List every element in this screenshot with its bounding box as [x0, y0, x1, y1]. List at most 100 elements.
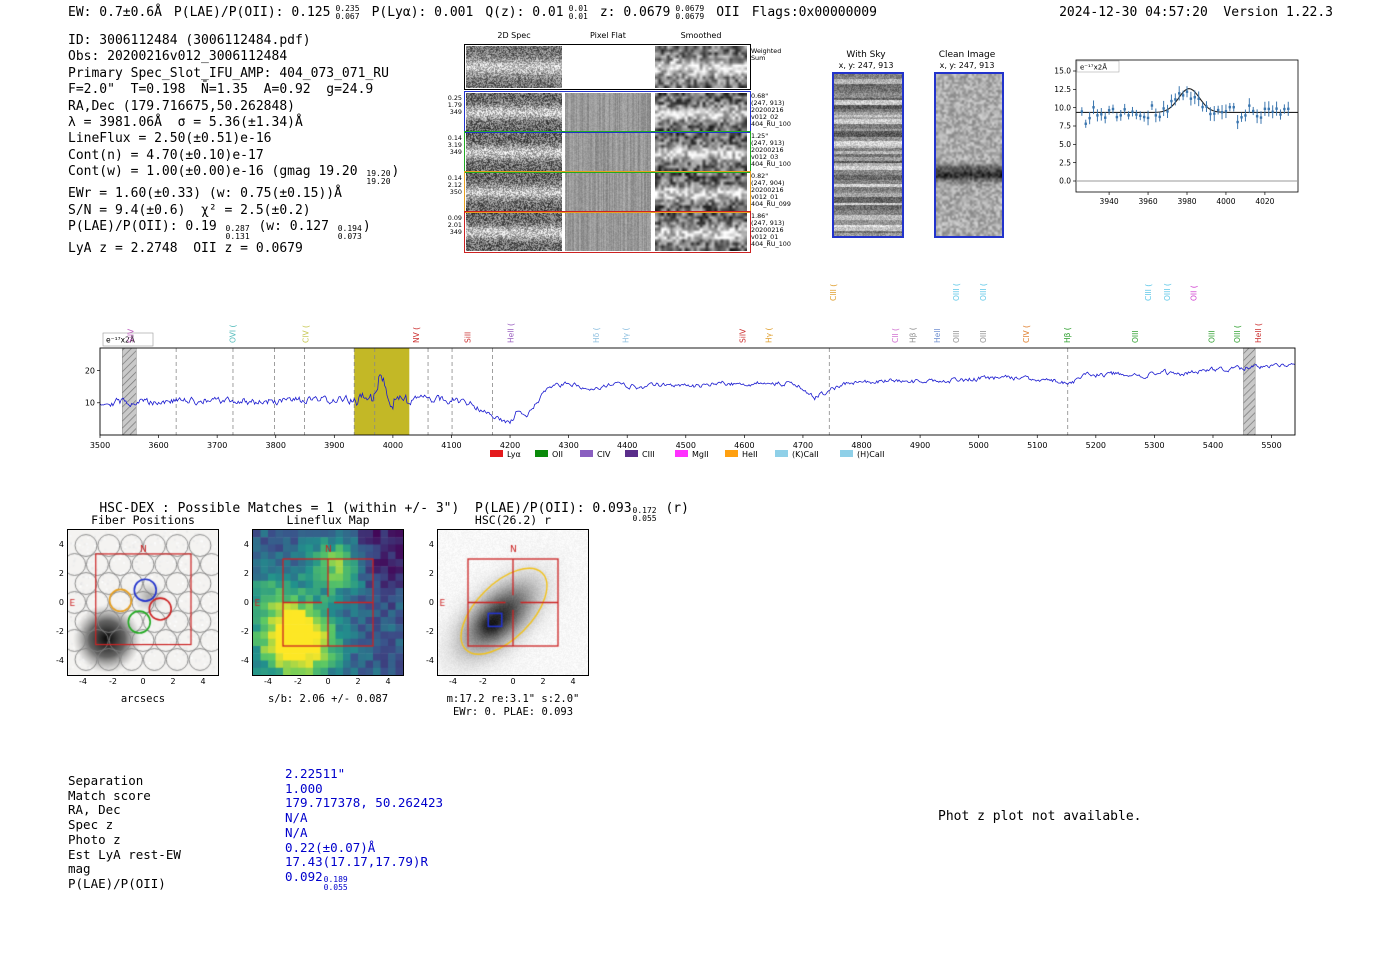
- panel-y-tick: -4: [46, 656, 64, 665]
- x-tick-label: 4700: [793, 441, 813, 450]
- legend-swatch: [725, 450, 738, 457]
- line-marker-label: CIII (: [1144, 284, 1153, 301]
- panel-x-tick: 2: [535, 677, 551, 686]
- y-tick-label: 0.0: [1059, 177, 1071, 186]
- exposure-smoothed-strip: [655, 213, 747, 251]
- panel-x-tick: 0: [135, 677, 151, 686]
- match-table-row-label: P(LAE)/P(OII): [68, 876, 166, 891]
- match-value: N/A: [285, 810, 308, 825]
- x-tick-label: 5500: [1261, 441, 1281, 450]
- info-text: Cont(w) = 1.00(±0.00)e-16 (gmag 19.20: [68, 164, 365, 179]
- match-table-row-value: 0.22(±0.07)Å: [285, 840, 375, 855]
- spectrum-line: [100, 363, 1295, 423]
- hsc-cutout-title: HSC(26.2) r: [438, 513, 588, 527]
- x-tick-label: 4400: [617, 441, 637, 450]
- unit-label: e⁻¹⁷x2Å: [1080, 63, 1107, 72]
- cutout-col-title: Pixel Flat: [568, 31, 648, 40]
- with-sky-image: [832, 72, 904, 238]
- panel-x-tick: -4: [445, 677, 461, 686]
- match-table-row-value: N/A: [285, 810, 308, 825]
- emission-line-zoom-plot: 0.02.55.07.510.012.515.03940396039804000…: [1038, 52, 1304, 214]
- panel-y-tick: 4: [231, 540, 249, 549]
- exposure-right-label: 1.25" (247, 913) 20200216 v012_03 404_RU…: [751, 133, 791, 168]
- info-line: LineFlux = 2.50(±0.51)e-16: [68, 131, 399, 147]
- header-summary: EW: 0.7±0.6Å P(LAE)/P(OII): 0.125 0.2350…: [68, 5, 889, 21]
- line-marker-label: NV (: [412, 327, 421, 343]
- y-tick-label: 15.0: [1054, 67, 1071, 76]
- line-marker-label: Hδ (: [592, 327, 601, 343]
- x-tick-label: 3600: [148, 441, 168, 450]
- info-text: EWr = 1.60(±0.33) (w: 0.75(±0.15))Å: [68, 186, 342, 201]
- x-tick-label: 3960: [1139, 197, 1158, 206]
- y-tick-label: 7.5: [1059, 122, 1071, 131]
- stacked-error: 0.2870.131: [226, 225, 250, 241]
- hsc-dex-lower: 0.055: [633, 515, 657, 523]
- line-marker-label: OVI (: [228, 325, 237, 343]
- panel-y-tick: 2: [231, 569, 249, 578]
- line-marker-label: OIII (: [979, 283, 988, 301]
- exposure-pixelflat-strip: [565, 173, 651, 211]
- match-table-row-label: Match score: [68, 788, 151, 803]
- info-line: Cont(w) = 1.00(±0.00)e-16 (gmag 19.20 19…: [68, 164, 399, 186]
- line-marker-label: Hγ (: [764, 328, 773, 343]
- legend-label: Lyα: [507, 450, 521, 459]
- panel-y-tick: -2: [416, 627, 434, 636]
- y-tick-label: 5.0: [1059, 140, 1071, 149]
- cutout-col-title: Smoothed: [661, 31, 741, 40]
- line-marker-label: HeII (: [1254, 323, 1263, 343]
- weighted-2dspec-strip: [466, 46, 562, 88]
- lineflux-map-xlabel: s/b: 2.06 +/- 0.087: [243, 693, 413, 705]
- hatched-exclusion-band: [122, 348, 136, 435]
- exposure-right-label: 1.86" (247, 913) 20200216 v012_01 404_RU…: [751, 213, 791, 248]
- cutout-col-title: 2D Spec: [474, 31, 554, 40]
- legend-label: HeII: [742, 450, 758, 459]
- exposure-left-label: 0.09 2.01 349: [438, 215, 462, 236]
- hatched-exclusion-band: [1243, 348, 1255, 435]
- info-line: ID: 3006112484 (3006112484.pdf): [68, 33, 399, 49]
- x-tick-label: 4800: [851, 441, 871, 450]
- x-tick-label: 4900: [910, 441, 930, 450]
- plae-poii-value: P(LAE)/P(OII): 0.125: [174, 5, 331, 20]
- x-tick-label: 5300: [1144, 441, 1164, 450]
- hsc-cutout-xlabel2: EWr: 0. PLAE: 0.093: [428, 706, 598, 718]
- x-tick-label: 3500: [90, 441, 110, 450]
- line-marker-label: HeII (: [507, 323, 516, 343]
- x-tick-label: 5200: [1086, 441, 1106, 450]
- match-value: 0.092: [285, 869, 323, 884]
- plae-error-stack: 0.2350.067: [335, 5, 359, 21]
- plya-value: P(Lyα): 0.001: [372, 5, 474, 20]
- line-marker-label: OIII: [1207, 330, 1216, 343]
- exposure-smoothed-strip: [655, 93, 747, 131]
- match-value: 17.43(17.17,17.79)R: [285, 854, 428, 869]
- panel-x-tick: 4: [565, 677, 581, 686]
- match-table-row-label: Spec z: [68, 817, 113, 832]
- info-text: RA,Dec (179.716675,50.262848): [68, 99, 295, 114]
- match-value: 0.22(±0.07)Å: [285, 840, 375, 855]
- fiber-positions-xlabel: arcsecs: [68, 693, 218, 705]
- info-line: S/N = 9.4(±0.6) χ² = 2.5(±0.2): [68, 203, 399, 219]
- panel-y-tick: 4: [416, 540, 434, 549]
- info-text: Cont(n) = 4.70(±0.10)e-17: [68, 148, 264, 163]
- x-tick-label: 4000: [383, 441, 403, 450]
- weighted-sum-label: Weighted Sum: [751, 48, 781, 62]
- info-line: Primary Spec_Slot_IFU_AMP: 404_073_071_R…: [68, 66, 399, 82]
- with-sky-title: With Sky: [826, 50, 906, 60]
- match-table-row-label: Photo z: [68, 832, 121, 847]
- z-lower: 0.0679: [675, 13, 704, 21]
- match-table-row-value: 0.0920.1890.055: [285, 869, 349, 892]
- lower-bound: 0.131: [226, 233, 250, 241]
- info-line: Cont(n) = 4.70(±0.10)e-17: [68, 148, 399, 164]
- y-tick-label: 10: [85, 399, 95, 408]
- z-value: z: 0.0679: [600, 5, 670, 20]
- stacked-error: 0.1940.073: [338, 225, 362, 241]
- panel-y-tick: -4: [231, 656, 249, 665]
- info-text: ): [392, 164, 400, 179]
- x-tick-label: 5400: [1203, 441, 1223, 450]
- lower-bound: 0.055: [324, 884, 348, 892]
- panel-x-tick: 0: [320, 677, 336, 686]
- line-marker-label: Hβ (: [909, 327, 918, 343]
- clean-image-xy: x, y: 247, 913: [927, 61, 1007, 70]
- legend-swatch: [535, 450, 548, 457]
- legend-swatch: [840, 450, 853, 457]
- line-marker-label: OIII: [952, 330, 961, 343]
